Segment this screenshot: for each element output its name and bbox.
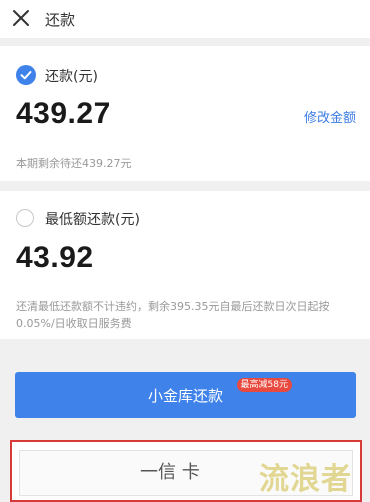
bottom-button-label: 一信 卡 <box>140 462 200 483</box>
minimum-repayment-option[interactable]: 最低额还款(元) 43.92 还清最低还款额不计违约，剩余395.35元自最后还… <box>0 191 370 339</box>
minimum-repayment-note-line1: 还清最低还款额不计违约，剩余395.35元自最后还款日次日起按 <box>16 300 330 313</box>
vault-repay-label: 小金库还款 <box>147 386 223 405</box>
check-circle-icon[interactable] <box>16 65 36 85</box>
discount-badge: 最高减58元 <box>236 378 292 392</box>
minimum-repayment-amount: 43.92 <box>16 241 94 274</box>
page-title: 还款 <box>45 11 76 29</box>
minimum-repayment-label: 最低额还款(元) <box>45 212 140 228</box>
vault-repay-button[interactable]: 小金库还款 最高减58元 <box>15 372 356 418</box>
watermark-logo: 流浪者 <box>259 462 352 497</box>
close-icon[interactable] <box>12 9 30 27</box>
full-repayment-label: 还款(元) <box>45 69 98 85</box>
full-repayment-amount: 439.27 <box>16 97 111 130</box>
remaining-balance-note: 本期剩余待还439.27元 <box>16 157 132 170</box>
top-bar: 还款 <box>0 0 370 38</box>
full-repayment-option[interactable]: 还款(元) 439.27 修改金额 本期剩余待还439.27元 <box>0 46 370 181</box>
edit-amount-link[interactable]: 修改金额 <box>304 107 356 126</box>
highlighted-bottom-button[interactable]: 一信 卡 流浪者 <box>10 440 362 502</box>
minimum-repayment-note-line2: 0.05%/日收取日服务费 <box>16 317 132 330</box>
radio-unchecked-icon[interactable] <box>16 209 34 227</box>
